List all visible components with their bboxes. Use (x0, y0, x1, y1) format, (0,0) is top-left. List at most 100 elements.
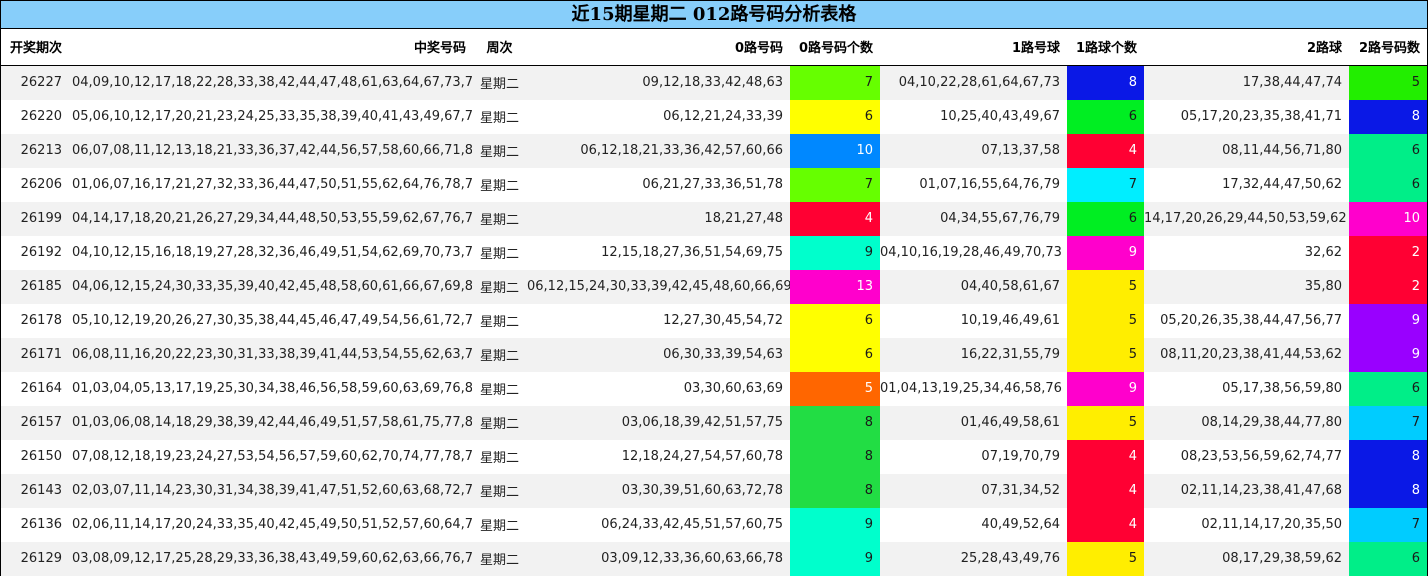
cell-winning-numbers: 02,06,11,14,17,20,24,33,35,40,42,45,49,5… (72, 507, 472, 542)
cell-route2-numbers: 05,20,26,35,38,44,47,56,77 (1144, 303, 1349, 338)
cell-route0-count: 9 (790, 541, 880, 576)
cell-route0-count: 6 (790, 303, 880, 338)
cell-issue: 26143 (1, 473, 72, 508)
cell-route2-numbers: 17,32,44,47,50,62 (1144, 167, 1349, 202)
table-row: 26185 04,06,12,15,24,30,33,35,39,40,42,45… (1, 269, 1427, 304)
cell-route0-count: 7 (790, 65, 880, 100)
cell-route2-count: 6 (1349, 133, 1427, 168)
cell-route0-count: 6 (790, 337, 880, 372)
cell-route2-numbers: 08,11,44,56,71,80 (1144, 133, 1349, 168)
cell-winning-numbers: 04,09,10,12,17,18,22,28,33,38,42,44,47,4… (72, 65, 472, 100)
cell-route0-numbers: 12,27,30,45,54,72 (527, 303, 790, 338)
cell-route2-count: 6 (1349, 371, 1427, 406)
cell-route1-numbers: 16,22,31,55,79 (880, 337, 1067, 372)
cell-weekday: 星期二 (472, 99, 527, 134)
cell-route1-numbers: 01,04,13,19,25,34,46,58,76 (880, 371, 1067, 406)
cell-route2-numbers: 35,80 (1144, 269, 1349, 304)
cell-route2-count: 10 (1349, 201, 1427, 236)
cell-route2-numbers: 02,11,14,17,20,35,50 (1144, 507, 1349, 542)
cell-route1-numbers: 01,07,16,55,64,76,79 (880, 167, 1067, 202)
cell-route0-numbers: 06,12,18,21,33,36,42,57,60,66 (527, 133, 790, 168)
cell-winning-numbers: 05,06,10,12,17,20,21,23,24,25,33,35,38,3… (72, 99, 472, 134)
cell-route2-numbers: 32,62 (1144, 235, 1349, 270)
table-row: 26171 06,08,11,16,20,22,23,30,31,33,38,39… (1, 337, 1427, 372)
cell-route2-numbers: 08,17,29,38,59,62 (1144, 541, 1349, 576)
cell-issue: 26178 (1, 303, 72, 338)
cell-route2-numbers: 14,17,20,26,29,44,50,53,59,62 (1144, 201, 1349, 236)
cell-route1-numbers: 04,40,58,61,67 (880, 269, 1067, 304)
header-route0-numbers: 0路号码 (527, 29, 790, 66)
cell-winning-numbers: 06,07,08,11,12,13,18,21,33,36,37,42,44,5… (72, 133, 472, 168)
cell-route2-count: 8 (1349, 99, 1427, 134)
cell-route0-numbers: 06,12,21,24,33,39 (527, 99, 790, 134)
table-row: 26178 05,10,12,19,20,26,27,30,35,38,44,45… (1, 303, 1427, 338)
cell-route2-count: 8 (1349, 439, 1427, 474)
cell-issue: 26227 (1, 65, 72, 100)
cell-route2-numbers: 08,23,53,56,59,62,74,77 (1144, 439, 1349, 474)
table-row: 26157 01,03,06,08,14,18,29,38,39,42,44,46… (1, 405, 1427, 440)
cell-route1-count: 4 (1067, 507, 1144, 542)
cell-route1-count: 6 (1067, 201, 1144, 236)
cell-route0-numbers: 09,12,18,33,42,48,63 (527, 65, 790, 100)
cell-route2-numbers: 08,14,29,38,44,77,80 (1144, 405, 1349, 440)
cell-route1-numbers: 10,25,40,43,49,67 (880, 99, 1067, 134)
header-route1-count: 1路球个数 (1067, 29, 1144, 66)
cell-weekday: 星期二 (472, 133, 527, 168)
cell-route1-count: 5 (1067, 269, 1144, 304)
cell-winning-numbers: 01,03,06,08,14,18,29,38,39,42,44,46,49,5… (72, 405, 472, 440)
table-row: 26192 04,10,12,15,16,18,19,27,28,32,36,46… (1, 235, 1427, 270)
cell-route0-numbers: 03,06,18,39,42,51,57,75 (527, 405, 790, 440)
cell-route1-numbers: 25,28,43,49,76 (880, 541, 1067, 576)
cell-route1-numbers: 10,19,46,49,61 (880, 303, 1067, 338)
cell-route2-count: 6 (1349, 541, 1427, 576)
cell-route1-numbers: 04,34,55,67,76,79 (880, 201, 1067, 236)
table-title: 近15期星期二 012路号码分析表格 (1, 1, 1427, 29)
cell-route0-count: 6 (790, 99, 880, 134)
cell-route2-numbers: 05,17,38,56,59,80 (1144, 371, 1349, 406)
cell-weekday: 星期二 (472, 65, 527, 100)
cell-weekday: 星期二 (472, 167, 527, 202)
header-route2-numbers: 2路球 (1144, 29, 1349, 66)
cell-route1-numbers: 01,46,49,58,61 (880, 405, 1067, 440)
cell-route2-count: 7 (1349, 405, 1427, 440)
table-row: 26227 04,09,10,12,17,18,22,28,33,38,42,44… (1, 65, 1427, 100)
cell-route2-count: 9 (1349, 337, 1427, 372)
cell-route1-count: 5 (1067, 337, 1144, 372)
cell-winning-numbers: 01,06,07,16,17,21,27,32,33,36,44,47,50,5… (72, 167, 472, 202)
cell-issue: 26164 (1, 371, 72, 406)
table-row: 26150 07,08,12,18,19,23,24,27,53,54,56,57… (1, 439, 1427, 474)
cell-route2-count: 7 (1349, 507, 1427, 542)
cell-route1-count: 5 (1067, 405, 1144, 440)
header-issue: 开奖期次 (1, 29, 72, 66)
table-row: 26136 02,06,11,14,17,20,24,33,35,40,42,45… (1, 507, 1427, 542)
cell-route0-numbers: 12,18,24,27,54,57,60,78 (527, 439, 790, 474)
cell-route0-count: 9 (790, 507, 880, 542)
cell-route1-count: 8 (1067, 65, 1144, 100)
cell-route1-count: 9 (1067, 235, 1144, 270)
cell-route0-numbers: 06,30,33,39,54,63 (527, 337, 790, 372)
cell-route0-numbers: 06,21,27,33,36,51,78 (527, 167, 790, 202)
header-winning-numbers: 中奖号码 (72, 29, 472, 66)
cell-route1-count: 5 (1067, 303, 1144, 338)
cell-route0-numbers: 03,30,60,63,69 (527, 371, 790, 406)
cell-route0-count: 5 (790, 371, 880, 406)
cell-route2-numbers: 08,11,20,23,38,41,44,53,62 (1144, 337, 1349, 372)
table-row: 26164 01,03,04,05,13,17,19,25,30,34,38,46… (1, 371, 1427, 406)
table-body: 26227 04,09,10,12,17,18,22,28,33,38,42,44… (1, 65, 1427, 576)
cell-issue: 26213 (1, 133, 72, 168)
cell-issue: 26206 (1, 167, 72, 202)
cell-route1-count: 7 (1067, 167, 1144, 202)
cell-route1-numbers: 04,10,16,19,28,46,49,70,73 (880, 235, 1067, 270)
cell-weekday: 星期二 (472, 201, 527, 236)
header-weekday: 周次 (472, 29, 527, 66)
cell-route1-count: 4 (1067, 133, 1144, 168)
cell-route2-numbers: 02,11,14,23,38,41,47,68 (1144, 473, 1349, 508)
cell-route2-count: 8 (1349, 473, 1427, 508)
cell-winning-numbers: 05,10,12,19,20,26,27,30,35,38,44,45,46,4… (72, 303, 472, 338)
cell-route1-numbers: 40,49,52,64 (880, 507, 1067, 542)
cell-route0-numbers: 06,24,33,42,45,51,57,60,75 (527, 507, 790, 542)
cell-route1-count: 4 (1067, 439, 1144, 474)
cell-winning-numbers: 06,08,11,16,20,22,23,30,31,33,38,39,41,4… (72, 337, 472, 372)
header-route0-count: 0路号码个数 (790, 29, 880, 66)
cell-route0-numbers: 06,12,15,24,30,33,39,42,45,48,60,66,69 (527, 269, 790, 304)
